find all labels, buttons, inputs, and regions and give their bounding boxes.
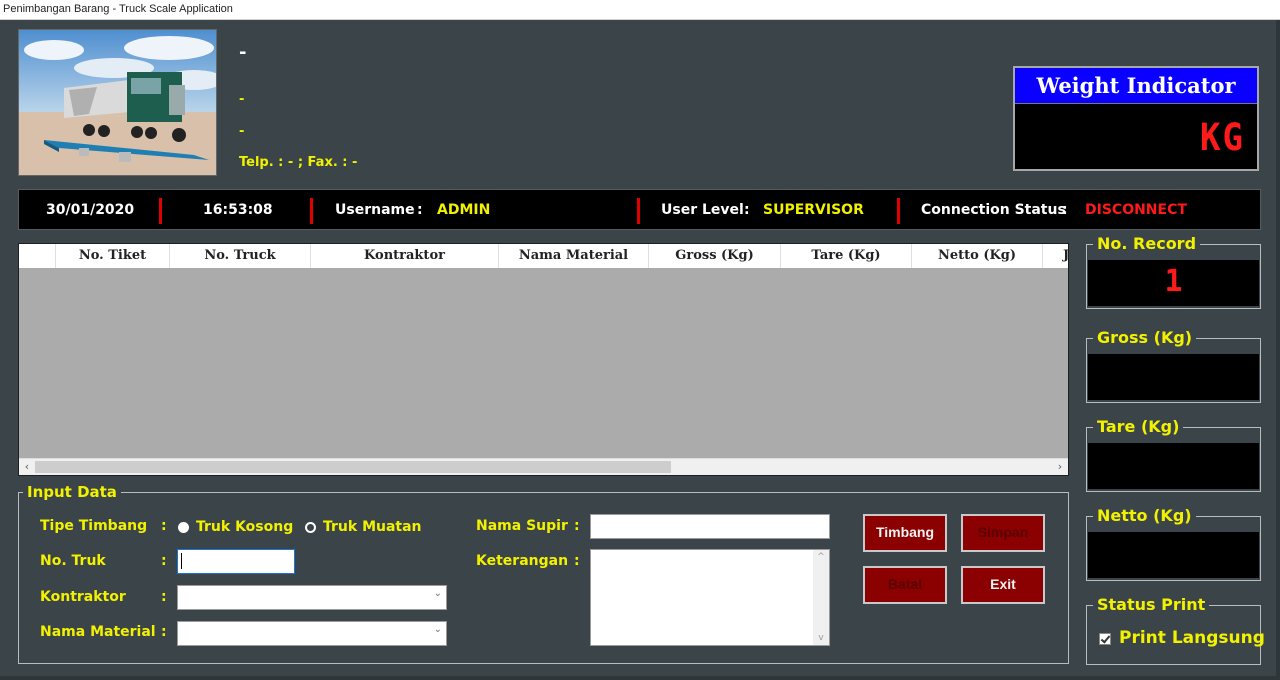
grid-column-netto[interactable]: Netto (Kg) — [912, 244, 1043, 268]
grid-column-kontraktor[interactable]: Kontraktor — [311, 244, 499, 268]
no-record-label: No. Record — [1093, 234, 1201, 254]
grid-column-tare[interactable]: Tare (Kg) — [781, 244, 912, 268]
scroll-down-arrow-icon[interactable]: v — [813, 633, 829, 643]
no-truk-label: No. Truk — [40, 553, 106, 569]
input-data-label: Input Data — [23, 482, 121, 502]
grid-column-no-tiket[interactable]: No. Tiket — [56, 244, 170, 268]
nama-material-colon: : — [161, 624, 167, 640]
window-bottom-border — [0, 676, 1280, 680]
status-time: 16:53:08 — [203, 202, 273, 218]
connection-status-value: DISCONNECT — [1085, 202, 1187, 218]
kontraktor-colon: : — [161, 589, 167, 605]
kontraktor-label: Kontraktor — [40, 589, 126, 605]
chevron-down-icon[interactable]: ⌄ — [434, 624, 442, 635]
grid-column-truncated[interactable]: J — [1043, 244, 1068, 268]
radio-truk-muatan[interactable] — [305, 522, 316, 533]
user-level-label: User Level — [661, 202, 744, 218]
weight-indicator: Weight Indicator KG — [1013, 66, 1259, 171]
nama-material-dropdown[interactable]: ⌄ — [177, 621, 447, 646]
username-colon: : — [417, 202, 423, 218]
textarea-vertical-scrollbar[interactable]: ^ v — [813, 550, 829, 645]
text-caret — [181, 553, 182, 569]
username-value: ADMIN — [437, 202, 491, 218]
no-record-display: 1 — [1088, 260, 1259, 306]
tipe-timbang-label: Tipe Timbang — [40, 518, 148, 534]
exit-button[interactable]: Exit — [961, 566, 1045, 604]
radio-truk-kosong[interactable] — [178, 522, 189, 533]
timbang-button[interactable]: Timbang — [863, 514, 947, 552]
netto-panel: Netto (Kg) — [1086, 506, 1261, 581]
grid-row-header-column — [19, 244, 56, 268]
netto-label: Netto (Kg) — [1093, 506, 1196, 526]
status-separator — [897, 198, 900, 224]
nama-supir-colon: : — [574, 518, 580, 534]
truck-scale-photo — [18, 29, 217, 176]
tare-label: Tare (Kg) — [1093, 417, 1184, 437]
window-title: Penimbangan Barang - Truck Scale Applica… — [3, 3, 233, 15]
tipe-timbang-colon: : — [161, 518, 167, 534]
user-level-colon: : — [744, 202, 750, 218]
weight-indicator-title: Weight Indicator — [1015, 68, 1257, 104]
weighing-records-grid[interactable]: No. Tiket No. Truck Kontraktor Nama Mate… — [18, 243, 1069, 476]
batal-button[interactable]: Batal — [863, 566, 947, 604]
scroll-right-arrow-icon[interactable]: › — [1052, 459, 1068, 475]
tare-panel: Tare (Kg) — [1086, 417, 1261, 492]
chevron-down-icon[interactable]: ⌄ — [434, 588, 442, 599]
window-right-border — [1276, 20, 1280, 680]
scroll-up-arrow-icon[interactable]: ^ — [813, 552, 829, 562]
nama-supir-input[interactable] — [590, 514, 830, 539]
user-level-value: SUPERVISOR — [763, 202, 864, 218]
tare-display — [1088, 443, 1259, 489]
grid-header: No. Tiket No. Truck Kontraktor Nama Mate… — [19, 244, 1068, 268]
keterangan-label: Keterangan — [476, 553, 569, 569]
status-separator — [637, 198, 640, 224]
connection-status-colon: : — [1062, 202, 1068, 218]
company-name: - — [239, 42, 247, 63]
company-contact: Telp. : - ; Fax. : - — [239, 155, 358, 170]
grid-horizontal-scrollbar[interactable]: ‹ › — [19, 458, 1068, 475]
nama-supir-label: Nama Supir — [476, 518, 568, 534]
kontraktor-dropdown[interactable]: ⌄ — [177, 585, 447, 610]
print-langsung-label[interactable]: Print Langsung — [1119, 628, 1265, 648]
status-separator — [310, 198, 313, 224]
nama-material-label: Nama Material — [40, 624, 156, 640]
no-truk-colon: : — [161, 553, 167, 569]
keterangan-colon: : — [574, 553, 580, 569]
status-print-label: Status Print — [1093, 595, 1210, 615]
no-truk-input[interactable] — [177, 549, 295, 574]
no-record-value: 1 — [1164, 264, 1183, 299]
scrollbar-thumb[interactable] — [35, 461, 671, 473]
grid-column-nama-material[interactable]: Nama Material — [499, 244, 649, 268]
grid-column-no-truck[interactable]: No. Truck — [170, 244, 311, 268]
grid-column-gross[interactable]: Gross (Kg) — [649, 244, 781, 268]
print-langsung-checkbox[interactable] — [1099, 633, 1111, 645]
company-address-line-2: - — [239, 124, 245, 139]
status-separator — [159, 198, 162, 224]
status-date: 30/01/2020 — [46, 202, 135, 218]
netto-display — [1088, 532, 1259, 578]
username-label: Username — [335, 202, 415, 218]
gross-display — [1088, 354, 1259, 400]
weight-indicator-unit: KG — [1200, 116, 1245, 160]
gross-panel: Gross (Kg) — [1086, 328, 1261, 403]
status-bar: 30/01/2020 16:53:08 Username : ADMIN Use… — [18, 189, 1261, 230]
input-data-group: Input Data Tipe Timbang : Truk Kosong Tr… — [18, 482, 1069, 664]
scroll-left-arrow-icon[interactable]: ‹ — [19, 459, 35, 475]
connection-status-label: Connection Status — [921, 202, 1066, 218]
no-record-panel: No. Record 1 — [1086, 234, 1261, 309]
simpan-button[interactable]: Simpan — [961, 514, 1045, 552]
truk-muatan-label[interactable]: Truk Muatan — [323, 519, 422, 535]
window-title-bar: Penimbangan Barang - Truck Scale Applica… — [0, 0, 1280, 20]
truk-kosong-label[interactable]: Truk Kosong — [196, 519, 293, 535]
gross-label: Gross (Kg) — [1093, 328, 1197, 348]
status-print-panel: Status Print Print Langsung — [1086, 595, 1265, 665]
keterangan-textarea[interactable]: ^ v — [590, 549, 830, 646]
company-address-line-1: - — [239, 92, 245, 107]
